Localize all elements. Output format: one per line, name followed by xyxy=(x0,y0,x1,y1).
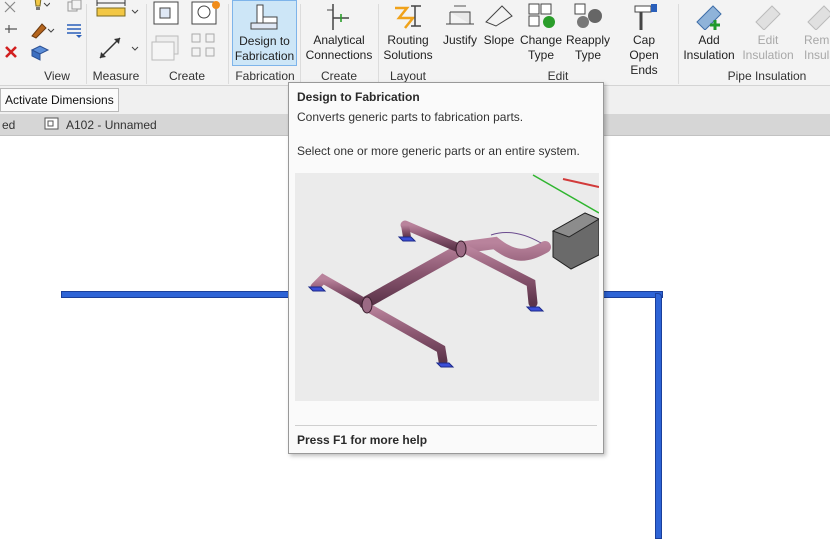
add-insulation-label-2: Insulation xyxy=(683,48,735,62)
add-insulation-button[interactable]: Add Insulation xyxy=(680,0,738,66)
justify-icon xyxy=(444,2,476,31)
panel-label-create[interactable]: Create xyxy=(148,68,226,86)
edit-insulation-label-1: Edit xyxy=(757,33,779,47)
lightbulb-icon[interactable] xyxy=(30,0,51,15)
add-insulation-label-1: Add xyxy=(698,33,720,47)
analytical-connections-label-2: Connections xyxy=(305,48,373,62)
copy-icon[interactable] xyxy=(66,0,84,17)
fabrication-illustration xyxy=(295,173,601,401)
design-to-fabrication-label-1: Design to xyxy=(239,34,290,48)
tooltip-instruction: Select one or more generic parts or an e… xyxy=(297,144,580,158)
pipe-segment-vertical[interactable] xyxy=(655,293,662,539)
design-to-fabrication-label-2: Fabrication xyxy=(234,49,295,63)
analytical-connections-button[interactable]: Analytical Connections xyxy=(302,0,376,66)
component-icon[interactable] xyxy=(30,44,50,65)
create-parts-icon[interactable] xyxy=(150,32,186,69)
split-icon[interactable] xyxy=(3,22,19,39)
create-similar-icon[interactable] xyxy=(190,32,222,69)
create-group-icon[interactable] xyxy=(152,0,182,29)
create-assembly-icon[interactable] xyxy=(190,0,222,29)
aligned-dimension-icon[interactable] xyxy=(96,34,140,65)
slope-label: Slope xyxy=(483,33,515,47)
panel-label-pipe-insulation[interactable]: Pipe Insulation xyxy=(680,68,830,86)
routing-solutions-label-2: Solutions xyxy=(383,48,433,62)
change-type-icon xyxy=(525,2,557,33)
routing-solutions-button[interactable]: Routing Solutions xyxy=(378,0,438,66)
panel-label-view[interactable]: View xyxy=(30,68,84,86)
view-tab-partial[interactable]: ed xyxy=(2,118,15,132)
cap-open-ends-label-1: Cap xyxy=(632,33,655,47)
reapply-type-label-2: Type xyxy=(574,48,601,62)
change-type-button[interactable]: Change Type xyxy=(518,0,564,66)
edit-insulation-icon xyxy=(752,2,784,33)
cap-open-ends-button[interactable]: Cap Open Ends xyxy=(614,0,674,77)
change-type-label-1: Change xyxy=(519,33,563,47)
tooltip-title: Design to Fabrication xyxy=(297,90,420,104)
routing-solutions-label-1: Routing xyxy=(387,33,429,47)
add-insulation-icon xyxy=(693,2,725,33)
cap-open-ends-icon xyxy=(629,2,659,35)
remove-insulation-button[interactable]: Rem Insula xyxy=(798,0,830,66)
reapply-type-icon xyxy=(571,2,605,33)
reapply-type-label-1: Reapply xyxy=(565,33,611,47)
remove-insulation-label-2: Insula xyxy=(804,48,830,62)
design-to-fabrication-button[interactable]: Design to Fabrication xyxy=(232,0,297,66)
brush-icon[interactable] xyxy=(30,20,56,43)
slope-icon xyxy=(484,2,514,31)
activate-dimensions-button[interactable]: Activate Dimensions xyxy=(0,88,119,112)
align-icon[interactable] xyxy=(3,0,19,17)
thin-lines-icon[interactable] xyxy=(66,22,84,41)
tooltip-divider xyxy=(295,425,597,426)
edit-insulation-label-2: Insulation xyxy=(742,48,794,62)
remove-insulation-icon xyxy=(804,2,830,33)
remove-insulation-label-1: Rem xyxy=(804,33,830,47)
measure-ruler-icon[interactable] xyxy=(96,0,140,23)
tooltip-help: Press F1 for more help xyxy=(297,433,428,447)
panel-label-measure[interactable]: Measure xyxy=(88,68,144,86)
slope-button[interactable]: Slope xyxy=(481,0,517,66)
delete-icon[interactable] xyxy=(3,44,19,63)
justify-button[interactable]: Justify xyxy=(440,0,480,66)
design-to-fabrication-icon xyxy=(249,3,281,34)
edit-insulation-button[interactable]: Edit Insulation xyxy=(740,0,796,66)
tooltip-description: Converts generic parts to fabrication pa… xyxy=(297,110,524,124)
sheet-icon xyxy=(44,117,60,134)
change-type-label-2: Type xyxy=(527,48,554,62)
routing-solutions-icon xyxy=(391,2,425,35)
reapply-type-button[interactable]: Reapply Type xyxy=(564,0,612,66)
justify-label: Justify xyxy=(442,33,477,47)
analytical-connections-label-1: Analytical xyxy=(313,33,365,47)
view-tab-a102[interactable]: A102 - Unnamed xyxy=(66,118,157,132)
ribbon: Design to Fabrication Analytical Connect… xyxy=(0,0,830,86)
tooltip: Design to Fabrication Converts generic p… xyxy=(288,82,604,454)
analytical-connections-icon xyxy=(323,2,355,35)
